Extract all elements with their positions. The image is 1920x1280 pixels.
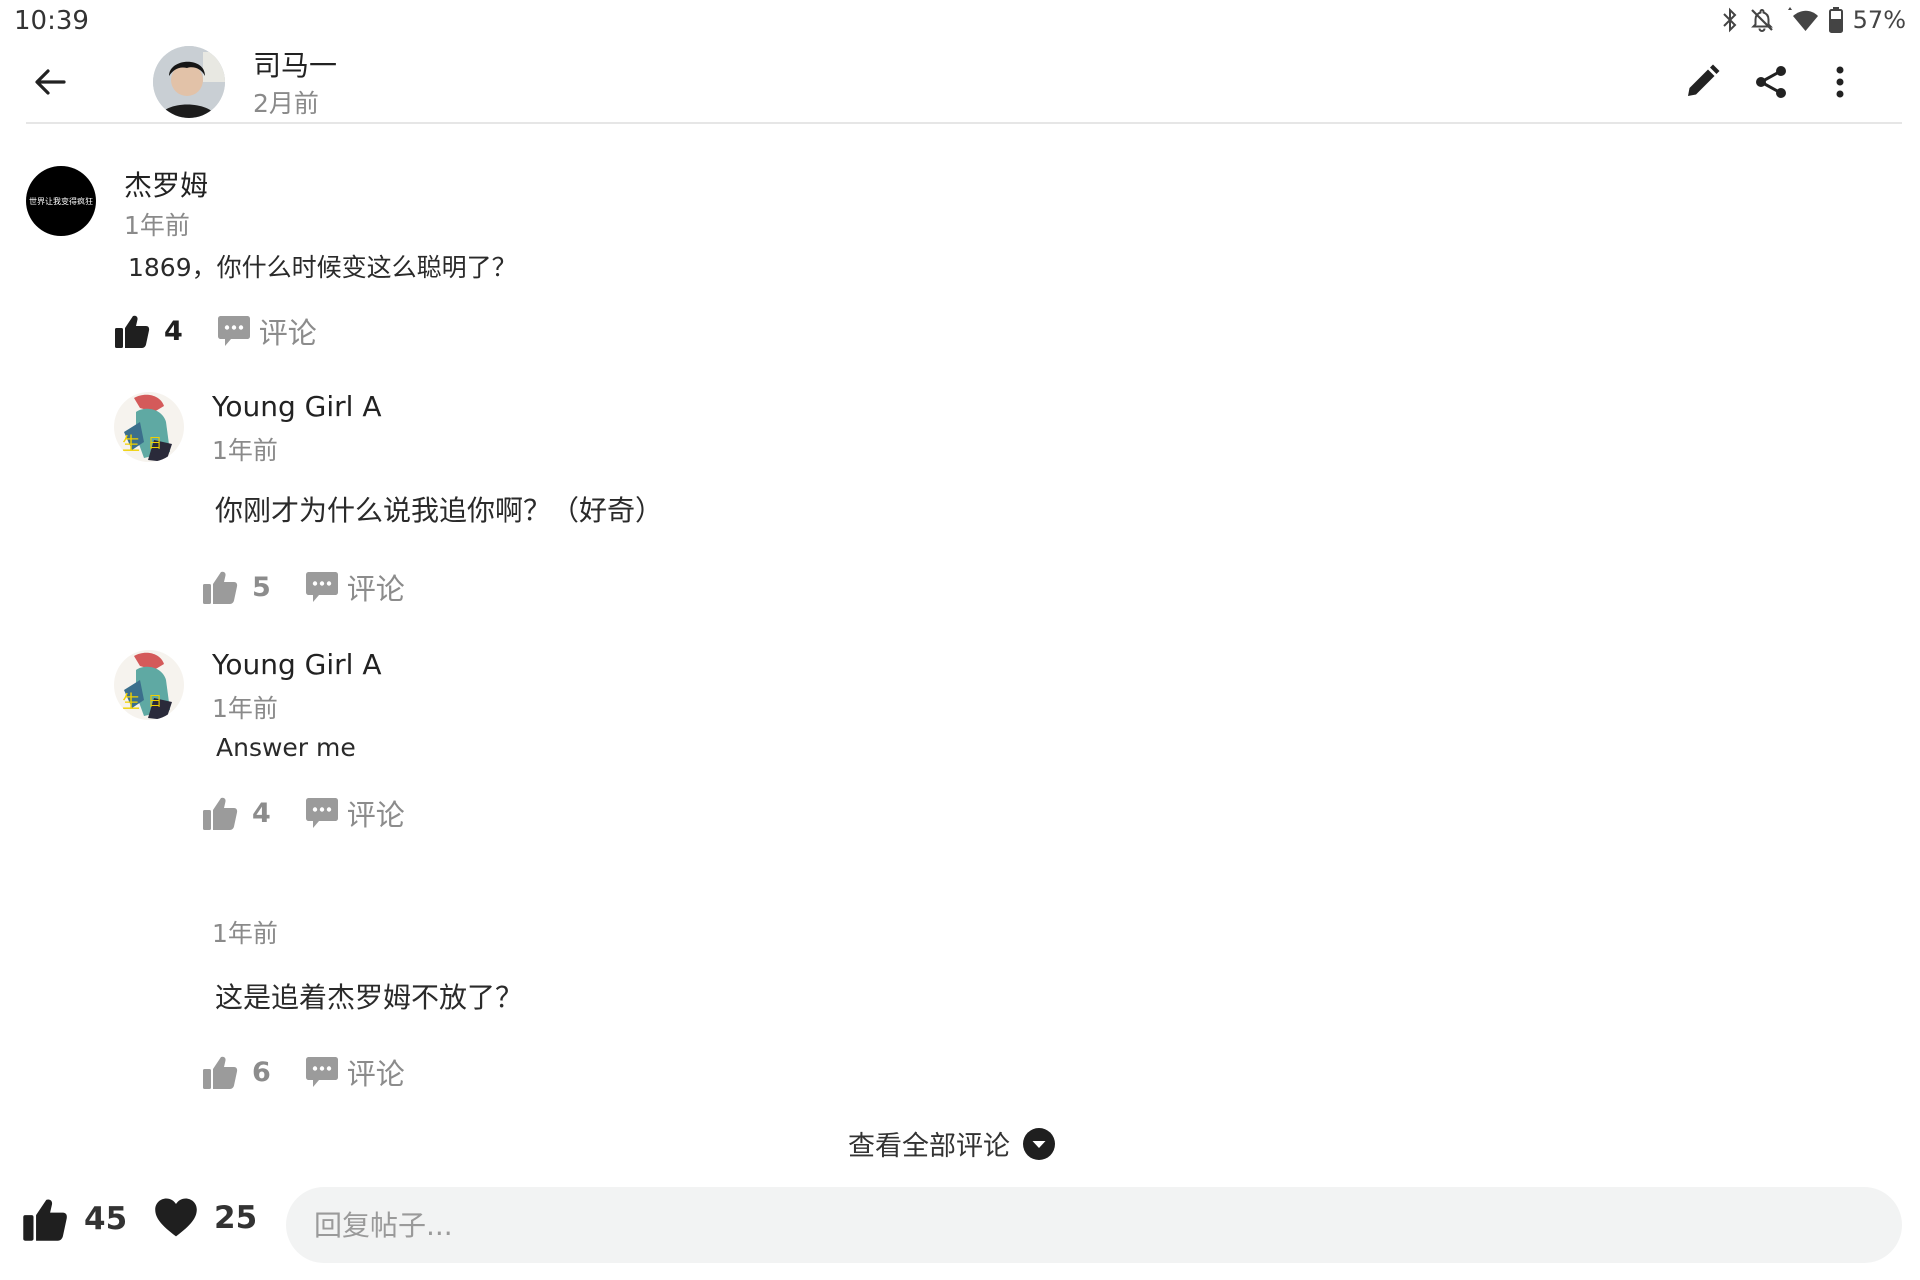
share-button[interactable] <box>1749 60 1793 104</box>
notifications-off-icon <box>1749 7 1775 33</box>
reply-time: 1年前 <box>212 919 278 948</box>
reply-post-input[interactable] <box>286 1187 1902 1263</box>
comment-text: 1869，你什么时候变这么聪明了？ <box>128 253 517 282</box>
like-count: 4 <box>252 797 271 829</box>
thumbs-up-icon <box>203 797 238 830</box>
reply-text: 你刚才为什么说我追你啊？（好奇） <box>215 494 664 527</box>
comment-bubble-icon <box>217 316 250 346</box>
reply-text: Answer me <box>216 733 356 762</box>
anime-avatar-image: 生日 <box>114 392 184 462</box>
comment-label: 评论 <box>346 1057 405 1091</box>
comment-bubble-icon <box>305 572 338 602</box>
reply-avatar[interactable]: 生日 <box>114 392 184 462</box>
edit-button[interactable] <box>1680 60 1724 104</box>
svg-text:生: 生 <box>122 692 140 713</box>
comment-bubble-icon <box>305 798 338 828</box>
svg-text:生: 生 <box>122 434 140 455</box>
view-all-label: 查看全部评论 <box>848 1131 1010 1162</box>
heart-icon <box>155 1198 197 1237</box>
post-like-count: 45 <box>84 1201 128 1237</box>
comment-actions: 4 评论 <box>114 310 317 352</box>
thumbs-up-icon <box>203 1056 238 1089</box>
reply-time: 1年前 <box>212 694 278 723</box>
svg-text:日: 日 <box>148 436 162 452</box>
reply-avatar[interactable]: 生日 <box>114 650 184 720</box>
commenter-avatar[interactable]: 世界让我变得疯狂 <box>26 166 96 236</box>
person-avatar-image <box>153 46 225 118</box>
bluetooth-icon <box>1721 7 1739 33</box>
like-button[interactable]: 5 <box>202 569 271 605</box>
like-count: 5 <box>252 571 271 603</box>
reply-actions: 4 评论 <box>202 792 405 834</box>
post-favorite-count: 25 <box>214 1200 258 1236</box>
thumbs-up-icon <box>23 1199 67 1241</box>
svg-text:日: 日 <box>148 694 162 710</box>
like-count: 6 <box>252 1056 271 1088</box>
author-avatar[interactable] <box>153 46 225 118</box>
like-button[interactable]: 4 <box>114 313 183 349</box>
status-time: 10:39 <box>14 6 89 36</box>
post-time: 2月前 <box>253 89 319 118</box>
back-button[interactable] <box>28 60 72 104</box>
more-options-button[interactable] <box>1818 60 1862 104</box>
reply-time: 1年前 <box>212 436 278 465</box>
view-all-comments-button[interactable]: 查看全部评论 <box>848 1124 1056 1163</box>
author-name[interactable]: 司马一 <box>253 44 337 84</box>
pencil-icon <box>1688 64 1720 96</box>
battery-icon <box>1828 7 1843 33</box>
comment-bubble-icon <box>305 1057 338 1087</box>
reply-comment-button[interactable]: 评论 <box>305 1051 405 1093</box>
battery-percent: 57% <box>1852 6 1906 34</box>
post-like-button[interactable]: 45 <box>22 1196 127 1242</box>
comment-label: 评论 <box>346 572 405 606</box>
reply-text: 这是追着杰罗姆不放了？ <box>215 981 524 1014</box>
reply-actions: 6 评论 <box>202 1051 405 1093</box>
comment-time: 1年前 <box>124 211 190 240</box>
thumbs-up-icon <box>203 571 238 604</box>
post-favorite-button[interactable]: 25 <box>154 1196 257 1240</box>
reply-comment-button[interactable]: 评论 <box>217 310 317 352</box>
comment-label: 评论 <box>258 316 317 350</box>
like-count: 4 <box>164 315 183 347</box>
reply-actions: 5 评论 <box>202 566 405 608</box>
like-button[interactable]: 4 <box>202 795 271 831</box>
commenter-name[interactable]: 杰罗姆 <box>124 164 208 204</box>
wifi-icon <box>1785 7 1819 33</box>
header-divider <box>26 122 1902 124</box>
status-icons: 57% <box>1721 6 1906 34</box>
like-button[interactable]: 6 <box>202 1054 271 1090</box>
thumbs-up-icon <box>115 315 150 348</box>
reply-name[interactable]: Young Girl A <box>212 390 382 423</box>
comment-label: 评论 <box>346 798 405 832</box>
reply-comment-button[interactable]: 评论 <box>305 792 405 834</box>
share-icon <box>1756 66 1786 98</box>
avatar-caption: 世界让我变得疯狂 <box>29 196 93 206</box>
expand-circle-down-icon <box>1023 1127 1055 1160</box>
more-vert-icon <box>1836 66 1844 98</box>
arrow-left-icon <box>35 69 66 95</box>
anime-avatar-image: 生日 <box>114 650 184 720</box>
reply-name[interactable]: Young Girl A <box>212 648 382 681</box>
reply-comment-button[interactable]: 评论 <box>305 566 405 608</box>
